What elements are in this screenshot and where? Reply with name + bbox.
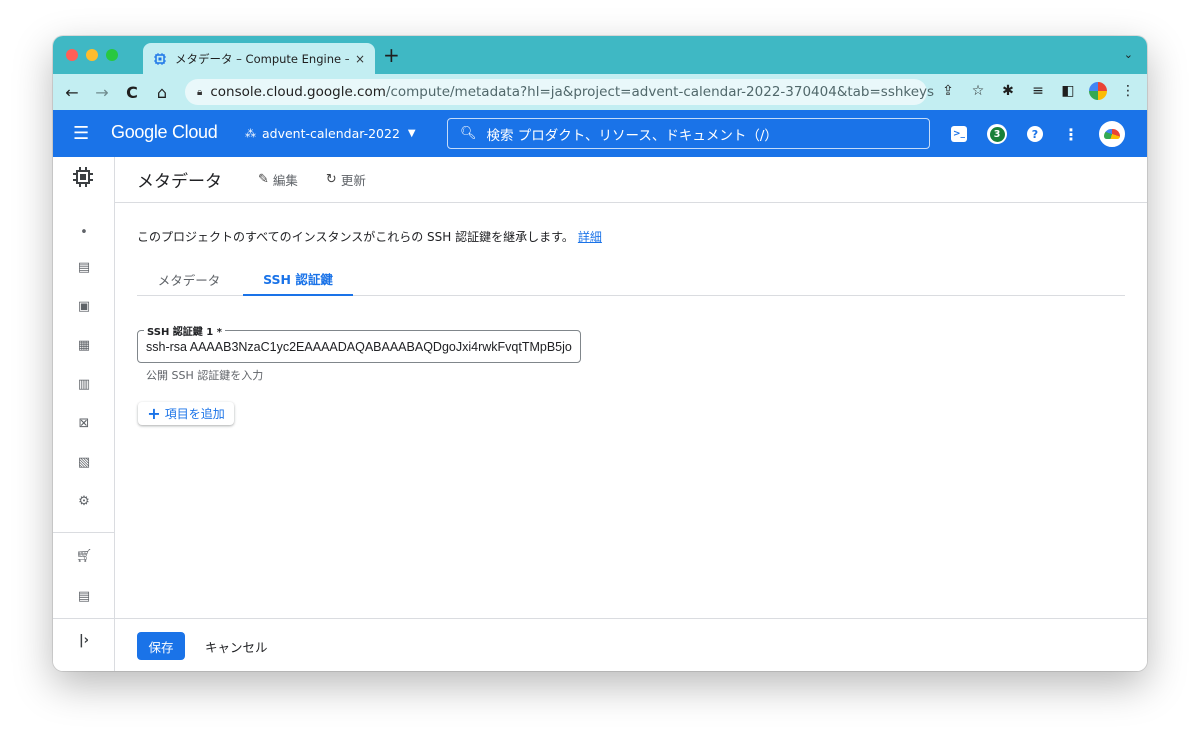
pencil-icon: ✎ [258,172,269,187]
header-actions: >_ 3 ? ⋮ [951,121,1125,147]
side-navigation: • ▤ ▣ ▦ ▥ ⊠ ▧ ⚙ 🛒︎ ▤ |› [53,157,115,671]
browser-toolbar: ← → C ⌂ 🔒︎ console.cloud.google.com/comp… [53,74,1147,110]
refresh-icon: ↻ [325,172,337,187]
plus-icon: + [147,403,161,423]
project-name: advent-calendar-2022 [262,126,400,141]
chrome-menu-icon[interactable]: ⋮ [1119,83,1137,99]
ssh-key-helper-text: 公開 SSH 認証鍵を入力 [146,369,264,382]
side-panel-icon[interactable]: ◧ [1059,83,1077,99]
lock-icon: 🔒︎ [197,86,203,98]
hamburger-menu-icon[interactable]: ☰ [73,123,89,144]
tab-title: メタデータ – Compute Engine – [175,51,349,66]
address-bar[interactable]: 🔒︎ console.cloud.google.com/compute/meta… [185,79,934,105]
google-cloud-logo[interactable]: Google Cloud [111,122,218,143]
minimize-window-button[interactable] [86,49,98,61]
add-item-label: 項目を追加 [164,407,225,421]
save-button[interactable]: 保存 [137,632,185,660]
tab-strip: メタデータ – Compute Engine – × + ⌄ [53,36,1147,74]
project-icon: ⁂ [245,127,256,140]
cancel-button[interactable]: キャンセル [205,632,268,660]
reading-list-icon[interactable]: ≡ [1029,83,1047,99]
sidebar-item-committed-use-icon[interactable]: ▧ [53,455,115,470]
extensions-puzzle-icon[interactable]: ✱ [999,83,1017,99]
more-options-icon[interactable]: ⋮ [1063,125,1079,144]
chrome-profile-avatar[interactable] [1089,82,1107,100]
page-title: メタデータ [137,172,222,192]
learn-more-link[interactable]: 詳細 [578,230,602,244]
page-description: このプロジェクトのすべてのインスタンスがこれらの SSH 認証鍵を継承します。詳… [137,228,602,245]
cloud-shell-icon[interactable]: >_ [951,126,967,142]
form-footer: 保存 キャンセル [115,618,1147,671]
home-icon[interactable]: ⌂ [151,83,173,102]
sidebar-item-dot-icon[interactable]: • [53,225,115,240]
tab-metadata[interactable]: メタデータ [137,262,241,296]
sidebar-item-sole-tenant-icon[interactable]: ▦ [53,338,115,353]
url-path: /compute/metadata?hl=ja&project=advent-c… [385,84,935,100]
sidebar-divider [53,532,115,533]
toolbar-actions: ⇪ ☆ ✱ ≡ ◧ ⋮ [939,82,1137,100]
sidebar-item-marketplace-icon[interactable]: 🛒︎ [53,549,115,564]
description-text: このプロジェクトのすべてのインスタンスがこれらの SSH 認証鍵を継承します。 [137,230,574,244]
refresh-button[interactable]: ↻ 更新 [326,170,366,189]
reload-icon[interactable]: C [121,83,143,102]
sidebar-item-machine-images-icon[interactable]: ▥ [53,377,115,392]
notifications-badge[interactable]: 3 [987,124,1007,144]
help-icon[interactable]: ? [1027,126,1043,142]
account-avatar[interactable] [1099,121,1125,147]
page-header: メタデータ ✎ 編集 ↻ 更新 [115,157,1147,203]
back-icon[interactable]: ← [61,83,83,102]
refresh-label: 更新 [340,173,366,188]
cloud-console-header: ☰ Google Cloud ⁂ advent-calendar-2022 ▼ … [53,110,1147,157]
zoom-window-button[interactable] [106,49,118,61]
url-host: console.cloud.google.com [210,84,386,100]
new-tab-button[interactable]: + [383,44,400,66]
browser-window: メタデータ – Compute Engine – × + ⌄ ← → C ⌂ 🔒… [53,36,1147,671]
edit-label: 編集 [272,173,298,188]
compute-engine-favicon-icon [154,52,166,65]
compute-engine-icon[interactable] [71,165,95,189]
browser-tab[interactable]: メタデータ – Compute Engine – × [143,43,375,74]
share-icon[interactable]: ⇪ [939,83,957,99]
search-icon: 🔍︎ [460,126,477,141]
sidebar-item-settings-icon[interactable]: ⚙ [53,494,115,509]
forward-icon[interactable]: → [91,83,113,102]
sidebar-item-release-notes-icon[interactable]: ▤ [53,589,115,604]
tab-ssh-keys[interactable]: SSH 認証鍵 [243,262,353,296]
sidebar-item-tpu-icon[interactable]: ⊠ [53,416,115,431]
search-input[interactable]: 🔍︎ 検索 プロダクト、リソース、ドキュメント（/） [447,118,930,149]
notification-count: 3 [989,126,1005,142]
search-placeholder: 検索 プロダクト、リソース、ドキュメント（/） [486,127,778,144]
expand-sidebar-icon[interactable]: |› [53,633,115,648]
tab-bar: メタデータ SSH 認証鍵 [137,262,1125,296]
bookmark-star-icon[interactable]: ☆ [969,83,987,99]
add-item-button[interactable]: + 項目を追加 [138,402,234,425]
ssh-key-input[interactable] [138,331,580,362]
close-window-button[interactable] [66,49,78,61]
ssh-key-field: SSH 認証鍵 1 * [137,323,581,363]
sidebar-item-templates-icon[interactable]: ▣ [53,299,115,314]
edit-button[interactable]: ✎ 編集 [258,170,298,189]
chevron-down-icon: ▼ [407,128,416,139]
project-picker[interactable]: ⁂ advent-calendar-2022 ▼ [245,126,416,141]
tab-search-icon[interactable]: ⌄ [1124,48,1133,61]
tab-close-icon[interactable]: × [355,52,365,66]
sidebar-divider [53,618,115,619]
sidebar-item-vm-instances-icon[interactable]: ▤ [53,260,115,275]
